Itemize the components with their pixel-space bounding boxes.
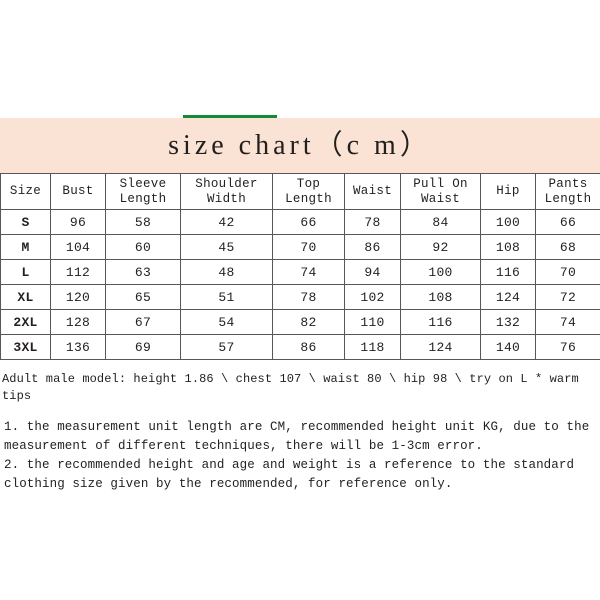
size-chart-table: Size Bust Sleeve Length Shoulder Width T…: [0, 173, 600, 360]
column-header-shoulder-width: Shoulder Width: [180, 173, 273, 210]
cell-bust: 112: [50, 259, 106, 285]
cell-hip: 100: [480, 209, 536, 235]
cell-waist: 110: [344, 309, 401, 335]
cell-waist: 118: [344, 334, 401, 360]
note-item-2: 2. the recommended height and age and we…: [4, 458, 582, 491]
cell-pull-on-waist: 84: [400, 209, 481, 235]
cell-pants-length: 70: [535, 259, 600, 285]
cell-hip: 140: [480, 334, 536, 360]
cell-pants-length: 76: [535, 334, 600, 360]
cell-top-length: 74: [272, 259, 345, 285]
cell-sleeve-length: 60: [105, 234, 181, 260]
disclaimer-notes: 1. the measurement unit length are CM, r…: [4, 418, 590, 494]
model-measurements-note: Adult male model: height 1.86 \ chest 10…: [2, 372, 579, 403]
cell-bust: 96: [50, 209, 106, 235]
column-header-waist: Waist: [344, 173, 401, 210]
cell-sleeve-length: 58: [105, 209, 181, 235]
title-band: size chart（c m）: [0, 118, 600, 173]
page-title: size chart（c m）: [168, 129, 432, 161]
column-header-pull-on-waist: Pull On Waist: [400, 173, 481, 210]
cell-pull-on-waist: 108: [400, 284, 481, 310]
cell-hip: 124: [480, 284, 536, 310]
column-header-top-length: Top Length: [272, 173, 345, 210]
table-row: 3XL 136 69 57 86 118 124 140 76: [0, 334, 600, 360]
size-chart-page: size chart（c m） Size Bust Sleeve Length …: [0, 0, 600, 600]
table-row: S 96 58 42 66 78 84 100 66: [0, 209, 600, 235]
cell-bust: 104: [50, 234, 106, 260]
cell-shoulder-width: 54: [180, 309, 273, 335]
cell-pants-length: 74: [535, 309, 600, 335]
cell-size: 2XL: [0, 309, 51, 335]
cell-pants-length: 66: [535, 209, 600, 235]
cell-sleeve-length: 69: [105, 334, 181, 360]
column-header-pants-length: Pants Length: [535, 173, 600, 210]
cell-sleeve-length: 65: [105, 284, 181, 310]
cell-waist: 102: [344, 284, 401, 310]
column-header-size: Size: [0, 173, 51, 210]
table-body: S 96 58 42 66 78 84 100 66 M 104 60 45 7…: [0, 209, 600, 360]
cell-pull-on-waist: 100: [400, 259, 481, 285]
cell-pull-on-waist: 116: [400, 309, 481, 335]
cell-bust: 136: [50, 334, 106, 360]
cell-pants-length: 72: [535, 284, 600, 310]
table-row: M 104 60 45 70 86 92 108 68: [0, 234, 600, 260]
cell-sleeve-length: 63: [105, 259, 181, 285]
cell-pull-on-waist: 92: [400, 234, 481, 260]
cell-pants-length: 68: [535, 234, 600, 260]
cell-top-length: 78: [272, 284, 345, 310]
table-row: 2XL 128 67 54 82 110 116 132 74: [0, 309, 600, 335]
cell-shoulder-width: 48: [180, 259, 273, 285]
cell-size: M: [0, 234, 51, 260]
cell-pull-on-waist: 124: [400, 334, 481, 360]
cell-waist: 94: [344, 259, 401, 285]
cell-size: XL: [0, 284, 51, 310]
table-header-row: Size Bust Sleeve Length Shoulder Width T…: [0, 173, 600, 210]
note-item-1: 1. the measurement unit length are CM, r…: [4, 420, 597, 453]
cell-shoulder-width: 42: [180, 209, 273, 235]
cell-top-length: 82: [272, 309, 345, 335]
table-header: Size Bust Sleeve Length Shoulder Width T…: [0, 173, 600, 210]
cell-bust: 120: [50, 284, 106, 310]
cell-size: 3XL: [0, 334, 51, 360]
cell-waist: 86: [344, 234, 401, 260]
cell-size: S: [0, 209, 51, 235]
cell-waist: 78: [344, 209, 401, 235]
cell-size: L: [0, 259, 51, 285]
column-header-sleeve-length: Sleeve Length: [105, 173, 181, 210]
column-header-bust: Bust: [50, 173, 106, 210]
cell-shoulder-width: 57: [180, 334, 273, 360]
cell-top-length: 66: [272, 209, 345, 235]
cell-hip: 108: [480, 234, 536, 260]
cell-top-length: 70: [272, 234, 345, 260]
cell-hip: 116: [480, 259, 536, 285]
table-row: L 112 63 48 74 94 100 116 70: [0, 259, 600, 285]
cell-shoulder-width: 45: [180, 234, 273, 260]
table-row: XL 120 65 51 78 102 108 124 72: [0, 284, 600, 310]
cell-top-length: 86: [272, 334, 345, 360]
cell-bust: 128: [50, 309, 106, 335]
cell-shoulder-width: 51: [180, 284, 273, 310]
column-header-hip: Hip: [480, 173, 536, 210]
cell-sleeve-length: 67: [105, 309, 181, 335]
cell-hip: 132: [480, 309, 536, 335]
